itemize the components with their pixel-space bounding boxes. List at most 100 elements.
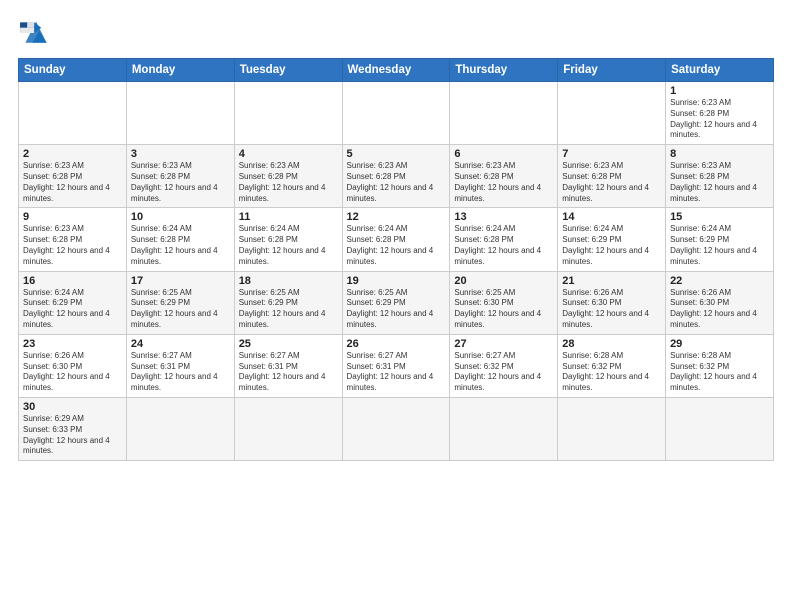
calendar-cell: 17Sunrise: 6:25 AMSunset: 6:29 PMDayligh… [126,271,234,334]
calendar-week-6: 30Sunrise: 6:29 AMSunset: 6:33 PMDayligh… [19,397,774,460]
calendar-cell: 30Sunrise: 6:29 AMSunset: 6:33 PMDayligh… [19,397,127,460]
day-info: Sunrise: 6:29 AMSunset: 6:33 PMDaylight:… [23,414,122,457]
day-info: Sunrise: 6:25 AMSunset: 6:29 PMDaylight:… [239,288,338,331]
day-info: Sunrise: 6:25 AMSunset: 6:29 PMDaylight:… [347,288,446,331]
calendar-cell [558,397,666,460]
calendar-cell [234,397,342,460]
day-info: Sunrise: 6:25 AMSunset: 6:29 PMDaylight:… [131,288,230,331]
col-header-tuesday: Tuesday [234,59,342,82]
calendar-cell: 10Sunrise: 6:24 AMSunset: 6:28 PMDayligh… [126,208,234,271]
calendar-cell: 4Sunrise: 6:23 AMSunset: 6:28 PMDaylight… [234,145,342,208]
day-info: Sunrise: 6:23 AMSunset: 6:28 PMDaylight:… [670,161,769,204]
calendar-cell [558,82,666,145]
day-info: Sunrise: 6:24 AMSunset: 6:28 PMDaylight:… [347,224,446,267]
header [18,18,774,48]
calendar-cell [342,397,450,460]
calendar-header-row: SundayMondayTuesdayWednesdayThursdayFrid… [19,59,774,82]
day-number: 20 [454,275,553,287]
calendar-cell [450,397,558,460]
calendar-cell [342,82,450,145]
day-number: 29 [670,338,769,350]
day-info: Sunrise: 6:23 AMSunset: 6:28 PMDaylight:… [347,161,446,204]
day-info: Sunrise: 6:27 AMSunset: 6:31 PMDaylight:… [347,351,446,394]
calendar-cell [234,82,342,145]
day-info: Sunrise: 6:27 AMSunset: 6:31 PMDaylight:… [239,351,338,394]
day-number: 16 [23,275,122,287]
page: SundayMondayTuesdayWednesdayThursdayFrid… [0,0,792,612]
day-info: Sunrise: 6:23 AMSunset: 6:28 PMDaylight:… [131,161,230,204]
day-number: 2 [23,148,122,160]
day-number: 30 [23,401,122,413]
calendar-cell [126,82,234,145]
day-info: Sunrise: 6:23 AMSunset: 6:28 PMDaylight:… [454,161,553,204]
calendar-cell: 13Sunrise: 6:24 AMSunset: 6:28 PMDayligh… [450,208,558,271]
day-info: Sunrise: 6:24 AMSunset: 6:28 PMDaylight:… [239,224,338,267]
calendar-week-5: 23Sunrise: 6:26 AMSunset: 6:30 PMDayligh… [19,334,774,397]
day-info: Sunrise: 6:23 AMSunset: 6:28 PMDaylight:… [670,98,769,141]
calendar-cell: 12Sunrise: 6:24 AMSunset: 6:28 PMDayligh… [342,208,450,271]
calendar-table: SundayMondayTuesdayWednesdayThursdayFrid… [18,58,774,461]
day-info: Sunrise: 6:28 AMSunset: 6:32 PMDaylight:… [670,351,769,394]
calendar-cell: 11Sunrise: 6:24 AMSunset: 6:28 PMDayligh… [234,208,342,271]
calendar-cell: 9Sunrise: 6:23 AMSunset: 6:28 PMDaylight… [19,208,127,271]
calendar-cell: 14Sunrise: 6:24 AMSunset: 6:29 PMDayligh… [558,208,666,271]
day-number: 8 [670,148,769,160]
day-info: Sunrise: 6:23 AMSunset: 6:28 PMDaylight:… [23,161,122,204]
calendar-cell [666,397,774,460]
day-info: Sunrise: 6:23 AMSunset: 6:28 PMDaylight:… [562,161,661,204]
day-number: 3 [131,148,230,160]
day-info: Sunrise: 6:23 AMSunset: 6:28 PMDaylight:… [23,224,122,267]
day-info: Sunrise: 6:23 AMSunset: 6:28 PMDaylight:… [239,161,338,204]
day-info: Sunrise: 6:26 AMSunset: 6:30 PMDaylight:… [562,288,661,331]
day-info: Sunrise: 6:25 AMSunset: 6:30 PMDaylight:… [454,288,553,331]
day-number: 7 [562,148,661,160]
calendar-cell: 15Sunrise: 6:24 AMSunset: 6:29 PMDayligh… [666,208,774,271]
generalblue-logo-icon [18,18,54,48]
day-number: 21 [562,275,661,287]
calendar-cell: 24Sunrise: 6:27 AMSunset: 6:31 PMDayligh… [126,334,234,397]
calendar-cell [19,82,127,145]
calendar-cell: 20Sunrise: 6:25 AMSunset: 6:30 PMDayligh… [450,271,558,334]
day-info: Sunrise: 6:27 AMSunset: 6:31 PMDaylight:… [131,351,230,394]
calendar-cell: 22Sunrise: 6:26 AMSunset: 6:30 PMDayligh… [666,271,774,334]
day-number: 15 [670,211,769,223]
calendar-cell: 25Sunrise: 6:27 AMSunset: 6:31 PMDayligh… [234,334,342,397]
day-number: 4 [239,148,338,160]
day-number: 28 [562,338,661,350]
day-info: Sunrise: 6:27 AMSunset: 6:32 PMDaylight:… [454,351,553,394]
day-info: Sunrise: 6:28 AMSunset: 6:32 PMDaylight:… [562,351,661,394]
calendar-cell: 6Sunrise: 6:23 AMSunset: 6:28 PMDaylight… [450,145,558,208]
day-number: 10 [131,211,230,223]
day-number: 1 [670,85,769,97]
calendar-cell: 29Sunrise: 6:28 AMSunset: 6:32 PMDayligh… [666,334,774,397]
day-number: 23 [23,338,122,350]
day-info: Sunrise: 6:24 AMSunset: 6:28 PMDaylight:… [454,224,553,267]
day-number: 25 [239,338,338,350]
calendar-cell: 18Sunrise: 6:25 AMSunset: 6:29 PMDayligh… [234,271,342,334]
calendar-cell: 21Sunrise: 6:26 AMSunset: 6:30 PMDayligh… [558,271,666,334]
day-number: 26 [347,338,446,350]
calendar-cell [450,82,558,145]
day-info: Sunrise: 6:24 AMSunset: 6:28 PMDaylight:… [131,224,230,267]
calendar-cell: 26Sunrise: 6:27 AMSunset: 6:31 PMDayligh… [342,334,450,397]
day-number: 18 [239,275,338,287]
day-info: Sunrise: 6:26 AMSunset: 6:30 PMDaylight:… [23,351,122,394]
calendar-week-3: 9Sunrise: 6:23 AMSunset: 6:28 PMDaylight… [19,208,774,271]
calendar-cell: 23Sunrise: 6:26 AMSunset: 6:30 PMDayligh… [19,334,127,397]
day-number: 24 [131,338,230,350]
day-number: 5 [347,148,446,160]
calendar-cell: 28Sunrise: 6:28 AMSunset: 6:32 PMDayligh… [558,334,666,397]
calendar-cell: 19Sunrise: 6:25 AMSunset: 6:29 PMDayligh… [342,271,450,334]
col-header-sunday: Sunday [19,59,127,82]
calendar-cell: 1Sunrise: 6:23 AMSunset: 6:28 PMDaylight… [666,82,774,145]
day-number: 17 [131,275,230,287]
col-header-saturday: Saturday [666,59,774,82]
day-number: 14 [562,211,661,223]
day-number: 11 [239,211,338,223]
col-header-friday: Friday [558,59,666,82]
day-number: 9 [23,211,122,223]
calendar-cell: 8Sunrise: 6:23 AMSunset: 6:28 PMDaylight… [666,145,774,208]
day-number: 22 [670,275,769,287]
day-info: Sunrise: 6:26 AMSunset: 6:30 PMDaylight:… [670,288,769,331]
col-header-wednesday: Wednesday [342,59,450,82]
